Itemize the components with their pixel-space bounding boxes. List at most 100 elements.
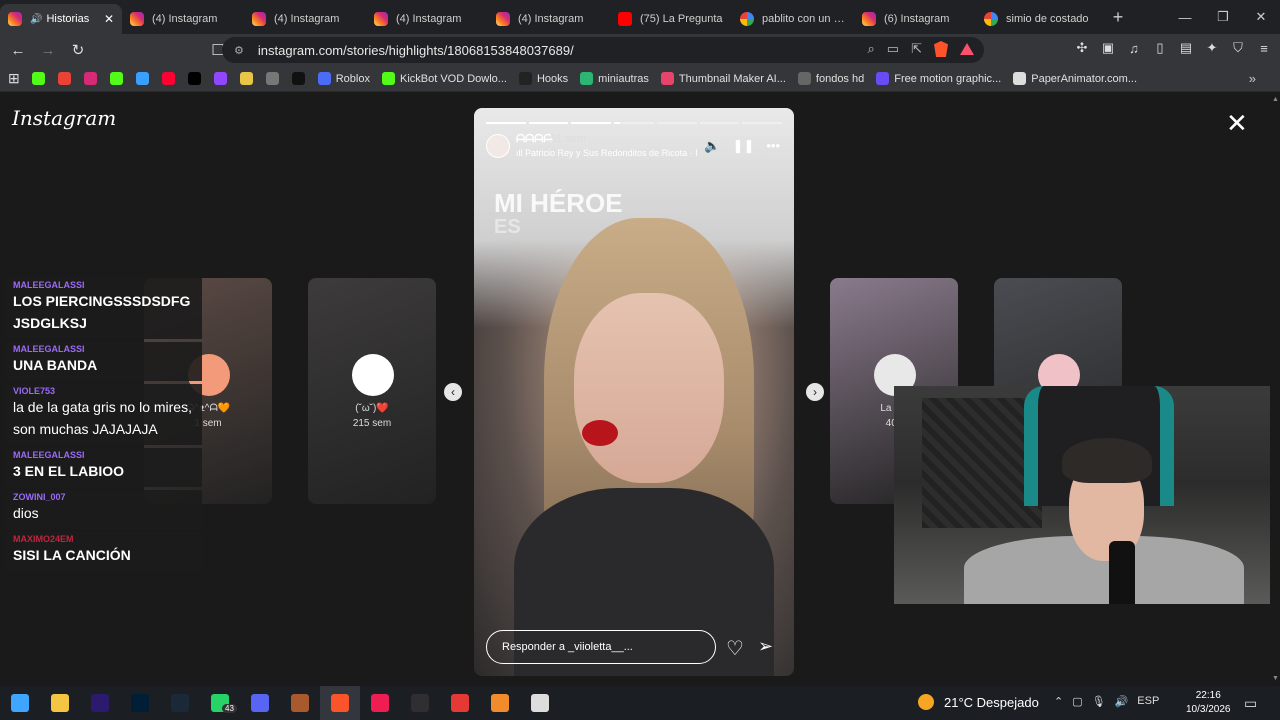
taskbar-app-8[interactable] [320, 686, 360, 720]
microphone [1109, 541, 1135, 604]
menu-icon[interactable]: ≡ [1256, 40, 1272, 56]
volume-icon[interactable]: 🔈 [704, 138, 720, 154]
story-avatar[interactable] [486, 134, 510, 158]
taskbar-app-2[interactable] [80, 686, 120, 720]
bookmark-10[interactable] [291, 72, 310, 85]
taskbar-app-10[interactable] [400, 686, 440, 720]
language-indicator[interactable]: ESP [1137, 695, 1159, 708]
instagram-logo[interactable]: Instagram [12, 106, 116, 130]
media-icon[interactable]: ♫ [1126, 40, 1142, 56]
address-bar[interactable]: ⚙ instagram.com/stories/highlights/18068… [222, 37, 984, 63]
close-window-button[interactable]: ✕ [1242, 0, 1280, 34]
bookmark-14[interactable]: miniautras [580, 72, 649, 85]
more-options-icon[interactable]: ••• [766, 138, 780, 154]
cast-icon[interactable]: ▭ [887, 41, 899, 57]
tray-chevron-icon[interactable]: ⌃ [1054, 695, 1063, 708]
taskbar-app-4[interactable] [160, 686, 200, 720]
tab-0[interactable]: 🔊 Historias ✕ [0, 4, 122, 34]
taskbar-app-11[interactable] [440, 686, 480, 720]
bookmark-5[interactable] [161, 72, 180, 85]
story-song[interactable]: ıll Patricio Rey y Sus Redonditos de Ric… [516, 148, 706, 158]
taskbar-app-13[interactable] [520, 686, 560, 720]
reload-button[interactable]: ↻ [66, 38, 90, 62]
next-story-arrow[interactable]: › [806, 383, 824, 401]
taskbar-app-0[interactable] [0, 686, 40, 720]
sidebar-icon[interactable]: ▯ [1152, 40, 1168, 56]
bookmark-8[interactable] [239, 72, 258, 85]
send-icon[interactable]: ➢ [758, 636, 773, 657]
bookmark-13[interactable]: Hooks [518, 72, 568, 85]
bookmark-9[interactable] [265, 72, 284, 85]
microphone-icon[interactable]: 🎙 [1092, 695, 1106, 708]
scroll-down-icon[interactable]: ▼ [1272, 675, 1279, 682]
tab-5[interactable]: (75) La Pregunta [610, 4, 732, 34]
tab-7[interactable]: (6) Instagram [854, 4, 976, 34]
close-tab-icon[interactable]: ✕ [104, 12, 114, 26]
chat-username: ZOWINI_007 [13, 492, 66, 502]
wallet-icon[interactable]: ▤ [1178, 40, 1194, 56]
bookmark-16[interactable]: fondos hd [797, 72, 864, 85]
zoom-icon[interactable]: ⌕ [868, 41, 875, 57]
clock[interactable]: 22:16 10/3/2026 [1186, 689, 1231, 717]
reader-icon[interactable]: ▣ [1100, 40, 1116, 56]
more-bookmarks-icon[interactable]: » [1249, 71, 1256, 86]
apps-grid-icon[interactable]: ⊞ [8, 70, 20, 87]
story-username[interactable]: ᗩᗩᗩᗩ [516, 133, 553, 146]
brave-rewards-icon[interactable] [960, 43, 974, 55]
tray-app-icon[interactable]: ▢ [1072, 695, 1082, 708]
pause-icon[interactable]: ❚❚ [733, 138, 755, 154]
bookmark-4[interactable] [135, 72, 154, 85]
close-stories-button[interactable]: ✕ [1226, 110, 1248, 136]
bookmark-15[interactable]: Thumbnail Maker AI... [660, 72, 786, 85]
audio-playing-icon[interactable]: 🔊 [30, 14, 42, 25]
brave-shields-icon[interactable] [934, 41, 948, 57]
tab-8[interactable]: simio de costado [976, 4, 1098, 34]
taskbar-app-9[interactable] [360, 686, 400, 720]
site-settings-icon[interactable]: ⚙ [234, 44, 244, 57]
bookmark-17[interactable]: Free motion graphic... [876, 72, 1001, 85]
bookmark-label: Roblox [335, 72, 370, 85]
vpn-icon[interactable]: ⛉ [1230, 40, 1246, 56]
tab-label: (6) Instagram [884, 13, 950, 25]
notification-icon[interactable]: ▭ [1244, 695, 1257, 712]
bookmark-0[interactable] [31, 72, 50, 85]
bookmark-2[interactable] [83, 72, 102, 85]
bookmark-1[interactable] [57, 72, 76, 85]
page-scrollbar[interactable]: ▲ ▼ [1270, 92, 1280, 686]
back-button[interactable]: ← [6, 38, 30, 62]
new-tab-button[interactable]: + [1104, 3, 1132, 31]
story-viewer[interactable]: ᗩᗩᗩᗩ 51 sem ıll Patricio Rey y Sus Redon… [474, 108, 794, 676]
maximize-button[interactable]: ❐ [1204, 0, 1242, 34]
reply-input[interactable]: Responder a _viioletta__... [486, 630, 716, 664]
bookmark-12[interactable]: KickBot VOD Dowlo... [381, 72, 507, 85]
bookmark-3[interactable] [109, 72, 128, 85]
leo-ai-icon[interactable]: ✦ [1204, 40, 1220, 56]
weather-widget[interactable]: 21°C Despejado [918, 694, 1039, 710]
minimize-button[interactable]: — [1166, 0, 1204, 34]
tab-3[interactable]: (4) Instagram [366, 4, 488, 34]
share-icon[interactable]: ⇱ [911, 41, 922, 57]
tab-1[interactable]: (4) Instagram [122, 4, 244, 34]
bookmark-6[interactable] [187, 72, 206, 85]
taskbar-app-5[interactable]: 43 [200, 686, 240, 720]
extensions-icon[interactable]: ✣ [1074, 40, 1090, 56]
taskbar-app-1[interactable] [40, 686, 80, 720]
tab-4[interactable]: (4) Instagram [488, 4, 610, 34]
navigation-bar: ← → ↻ ☐ ⚙ instagram.com/stories/highligh… [0, 34, 1280, 66]
bookmark-7[interactable] [213, 72, 232, 85]
tab-6[interactable]: pablito con un arb [732, 4, 854, 34]
taskbar-app-3[interactable] [120, 686, 160, 720]
taskbar-app-6[interactable] [240, 686, 280, 720]
forward-button[interactable]: → [36, 38, 60, 62]
speaker-icon[interactable]: 🔊 [1115, 695, 1129, 708]
bookmark-18[interactable]: PaperAnimator.com... [1013, 72, 1137, 85]
clock-date: 10/3/2026 [1186, 704, 1231, 715]
tab-2[interactable]: (4) Instagram [244, 4, 366, 34]
story-preview-tile[interactable]: (˘ω˘)❤️ 215 sem [308, 278, 436, 504]
like-heart-icon[interactable]: ♡ [726, 636, 744, 661]
taskbar-app-12[interactable] [480, 686, 520, 720]
taskbar-app-7[interactable] [280, 686, 320, 720]
scroll-up-icon[interactable]: ▲ [1272, 96, 1279, 103]
bookmark-11[interactable]: Roblox [317, 72, 370, 85]
previous-story-arrow[interactable]: ‹ [444, 383, 462, 401]
